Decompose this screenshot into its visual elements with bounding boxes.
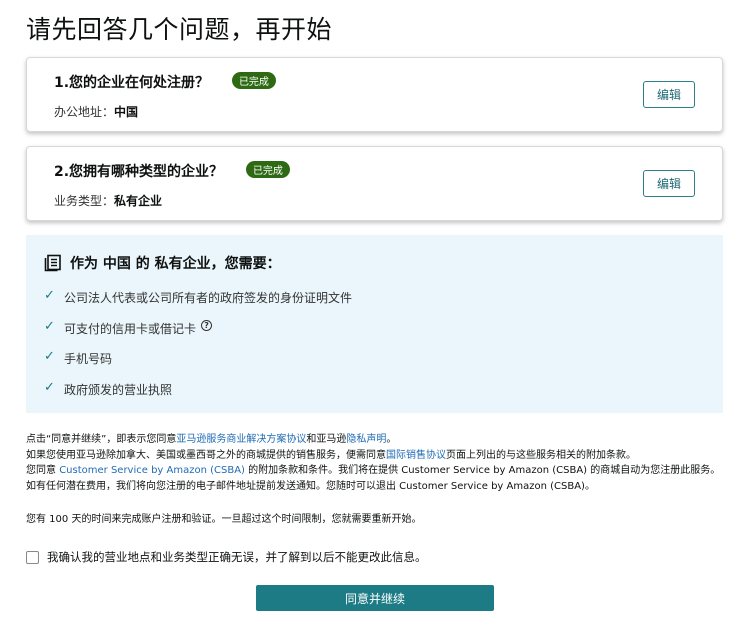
requirements-heading: 作为 中国 的 私有企业，您需要： <box>44 253 281 273</box>
legal-span: 。 <box>386 434 397 445</box>
question-card-business-type: 2.您拥有哪种类型的企业？ 已完成 业务类型：私有企业 编辑 <box>26 146 723 221</box>
check-icon: ✓ <box>44 379 55 395</box>
list-item: ✓ 公司法人代表或公司所有者的政府签发的身份证明文件 <box>44 289 352 320</box>
requirement-text: 政府颁发的营业执照 <box>64 382 173 397</box>
privacy-notice-link[interactable]: 隐私声明 <box>346 434 386 445</box>
days-notice: 您有 100 天的时间来完成账户注册和验证。一旦超过这个时间限制，您就需要重新开… <box>26 514 422 525</box>
legal-line: 您同意 Customer Service by Amazon (CSBA) 的附… <box>26 463 726 494</box>
question-title: 2.您拥有哪种类型的企业？ 已完成 <box>54 161 290 181</box>
check-icon: ✓ <box>44 318 55 334</box>
list-item: ✓ 政府颁发的营业执照 <box>44 379 352 412</box>
answer: 办公地址：中国 <box>54 103 138 120</box>
status-badge: 已完成 <box>245 161 290 178</box>
csba-link[interactable]: Customer Service by Amazon (CSBA) <box>59 465 245 476</box>
confirm-text: 我确认我的营业地点和业务类型正确无误，并了解到以后不能更改此信息。 <box>47 550 427 564</box>
list-item: ✓ 手机号码 <box>44 350 352 381</box>
status-badge: 已完成 <box>231 72 276 89</box>
document-list-icon <box>44 254 61 272</box>
edit-location-button[interactable]: 编辑 <box>643 81 695 108</box>
question-title: 1.您的企业在何处注册？ 已完成 <box>54 72 276 92</box>
agree-continue-button[interactable]: 同意并继续 <box>256 585 494 611</box>
requirement-text: 手机号码 <box>64 352 113 366</box>
requirement-text: 公司法人代表或公司所有者的政府签发的身份证明文件 <box>64 291 353 305</box>
page-title: 请先回答几个问题，再开始 <box>26 15 333 44</box>
requirements-heading-text: 作为 中国 的 私有企业，您需要： <box>70 256 281 272</box>
question-label: 2.您拥有哪种类型的企业？ <box>54 164 224 180</box>
legal-span: 点击“同意并继续”，即表示您同意 <box>26 434 177 445</box>
answer-label: 办公地址： <box>54 105 115 119</box>
legal-line: 点击“同意并继续”，即表示您同意亚马逊服务商业解决方案协议和亚马逊隐私声明。 <box>26 432 726 448</box>
question-label: 1.您的企业在何处注册？ <box>54 75 210 91</box>
confirm-checkbox[interactable] <box>26 550 39 564</box>
answer-value: 中国 <box>114 105 139 119</box>
requirements-panel: 作为 中国 的 私有企业，您需要： ✓ 公司法人代表或公司所有者的政府签发的身份证… <box>26 235 723 413</box>
legal-span: 和亚马逊 <box>306 434 347 445</box>
confirm-row[interactable]: 我确认我的营业地点和业务类型正确无误，并了解到以后不能更改此信息。 <box>26 549 427 565</box>
edit-business-type-button[interactable]: 编辑 <box>643 170 695 197</box>
answer: 业务类型：私有企业 <box>54 192 162 209</box>
legal-span: 您同意 <box>26 465 60 476</box>
answer-label: 业务类型： <box>54 194 115 208</box>
requirements-list: ✓ 公司法人代表或公司所有者的政府签发的身份证明文件 ✓ 可支付的信用卡或借记卡? … <box>44 289 352 411</box>
legal-line: 如果您使用亚马逊除加拿大、美国或墨西哥之外的商城提供的销售服务，便需同意国际销售… <box>26 448 726 464</box>
international-selling-agreement-link[interactable]: 国际销售协议 <box>386 450 446 461</box>
list-item: ✓ 可支付的信用卡或借记卡? <box>44 318 352 351</box>
check-icon: ✓ <box>44 288 55 303</box>
answer-value: 私有企业 <box>114 194 163 208</box>
bsa-agreement-link[interactable]: 亚马逊服务商业解决方案协议 <box>176 434 306 445</box>
legal-span: 页面上列出的与这些服务相关的附加条款。 <box>446 449 636 461</box>
info-icon[interactable]: ? <box>201 319 213 331</box>
legal-text: 点击“同意并继续”，即表示您同意亚马逊服务商业解决方案协议和亚马逊隐私声明。 如… <box>26 432 726 494</box>
requirement-text: 可支付的信用卡或借记卡 <box>64 321 197 336</box>
legal-span: 如果您使用亚马逊除加拿大、美国或墨西哥之外的商城提供的销售服务，便需同意 <box>26 449 386 461</box>
question-card-location: 1.您的企业在何处注册？ 已完成 办公地址：中国 编辑 <box>26 57 723 132</box>
check-icon: ✓ <box>44 349 55 364</box>
